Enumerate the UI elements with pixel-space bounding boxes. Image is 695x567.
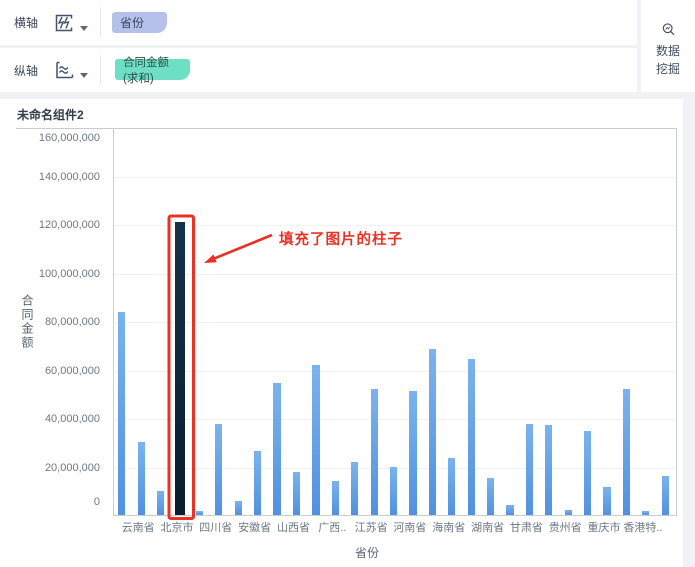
- y-axis-tick-label: 100,000,000: [38, 268, 100, 280]
- x-axis-type-dropdown-button[interactable]: [53, 12, 88, 34]
- measure-axis-icon: [56, 61, 74, 79]
- data-mining-label-line1: 数据: [655, 44, 680, 58]
- bar[interactable]: [331, 481, 339, 515]
- field-pill-label: 合同金额(求和): [123, 56, 169, 85]
- bar[interactable]: [195, 511, 204, 515]
- bar[interactable]: [370, 389, 378, 515]
- gridline: [114, 322, 676, 323]
- field-pill-contract-amount[interactable]: 合同金额(求和): [115, 57, 190, 85]
- bar[interactable]: [506, 505, 514, 515]
- component-title: 未命名组件2: [17, 108, 84, 122]
- gridline: [114, 371, 676, 372]
- gridline: [114, 177, 676, 178]
- bar[interactable]: [312, 365, 320, 515]
- bar[interactable]: [467, 359, 475, 515]
- x-axis-tick-label: 香港特..: [623, 522, 663, 534]
- bar[interactable]: [292, 471, 301, 515]
- y-axis-tick-label: 20,000,000: [44, 462, 100, 474]
- bar[interactable]: [389, 466, 398, 515]
- data-mining-search-icon: [662, 23, 674, 36]
- x-axis-row-label: 横轴: [14, 16, 39, 30]
- bar[interactable]: [622, 389, 631, 515]
- chevron-down-icon: [80, 73, 88, 78]
- x-axis-config-row: 横轴 省份: [0, 0, 637, 45]
- dimension-axis-icon: [55, 14, 73, 31]
- bar[interactable]: [428, 349, 436, 515]
- bar[interactable]: [273, 383, 281, 515]
- bar[interactable]: [486, 478, 495, 515]
- bar[interactable]: [545, 425, 553, 515]
- bar[interactable]: [234, 500, 242, 515]
- bar[interactable]: [137, 442, 145, 515]
- bar[interactable]: [409, 390, 417, 515]
- y-axis-tick-label: 40,000,000: [44, 413, 100, 425]
- bar[interactable]: [584, 431, 592, 515]
- gridline: [114, 274, 676, 275]
- bar[interactable]: [351, 462, 359, 515]
- gridline: [114, 225, 676, 226]
- bar[interactable]: [448, 458, 456, 515]
- x-axis-title: 省份: [354, 546, 379, 560]
- gridline: [114, 419, 676, 420]
- divider: [100, 7, 101, 38]
- divider: [100, 55, 101, 85]
- y-axis-tick-label: 80,000,000: [44, 316, 100, 328]
- chevron-down-icon: [80, 25, 88, 31]
- bi-chart-editor: 横轴 省份 纵轴 合同金额(求和) 数据 挖掘 未命名组件2 合同金额 省份 填…: [0, 0, 695, 567]
- y-axis-type-dropdown-button[interactable]: [53, 59, 88, 81]
- bar[interactable]: [215, 424, 223, 515]
- bar[interactable]: [642, 511, 650, 515]
- y-axis-config-row: 纵轴 合同金额(求和): [0, 48, 637, 92]
- field-pill-label: 省份: [120, 16, 145, 30]
- y-axis-row-label: 纵轴: [14, 63, 39, 78]
- bar[interactable]: [564, 509, 572, 515]
- bar[interactable]: [254, 450, 262, 515]
- bar[interactable]: [118, 311, 126, 515]
- bar[interactable]: [157, 490, 165, 515]
- plot-area: [113, 128, 677, 516]
- bar[interactable]: [525, 424, 534, 515]
- data-mining-label-line2: 挖掘: [655, 62, 680, 76]
- highlighted-bar-beijing[interactable]: [174, 222, 186, 515]
- field-pill-province[interactable]: 省份: [112, 12, 167, 33]
- bar[interactable]: [661, 476, 669, 515]
- bar[interactable]: [603, 487, 611, 515]
- y-axis-tick-label: 120,000,000: [38, 219, 100, 231]
- y-axis-tick-label: 160,000,000: [38, 132, 100, 144]
- y-axis-tick-label: 0: [93, 496, 100, 508]
- y-axis-tick-label: 140,000,000: [38, 171, 100, 183]
- data-mining-button[interactable]: 数据 挖掘: [641, 0, 695, 92]
- y-axis-tick-label: 60,000,000: [44, 365, 100, 377]
